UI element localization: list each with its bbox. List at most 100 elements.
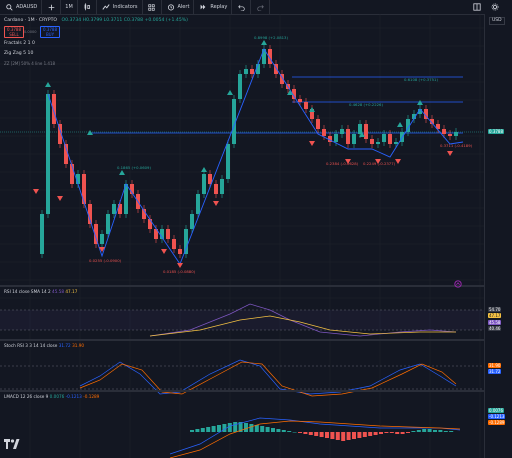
rsi-value: 45.58 xyxy=(52,289,65,294)
candle-body xyxy=(172,239,176,249)
fractal-up-marker xyxy=(119,170,125,175)
macd-histogram-bar xyxy=(341,432,346,441)
replay-button[interactable]: Replay xyxy=(194,0,233,14)
zz-extra-legend[interactable]: ZZ [2M] 50% 4 line 1.418 xyxy=(4,61,55,66)
candle-body xyxy=(226,144,230,179)
indicators-label: Indicators xyxy=(112,4,138,10)
rsi-legend[interactable]: RSI 14 close SMA 14 2 45.58 47.17 xyxy=(4,289,77,294)
ohlc-values: O0.3734 H0.3799 L0.3711 C0.3788 +0.0054 … xyxy=(61,18,188,23)
macd-histogram-bar xyxy=(373,432,378,435)
annotation-low: 0.0185 (-0.0880) xyxy=(163,269,196,274)
macd-histogram-bar xyxy=(249,424,254,432)
sell-button[interactable]: 0.3788 SELL xyxy=(4,26,24,38)
macd-histogram-bar xyxy=(449,431,454,432)
annotation-low: 0.2249 (-0.2377) xyxy=(363,161,396,166)
plus-icon xyxy=(46,2,56,12)
macd-histogram-bar xyxy=(395,432,400,434)
candle-body xyxy=(370,139,374,144)
candle-body xyxy=(454,132,458,136)
fractal-up-marker xyxy=(201,167,207,172)
sell-label: SELL xyxy=(9,32,19,37)
fractals-legend[interactable]: Fractals 2 1 0 xyxy=(4,41,35,46)
macd-histogram-bar xyxy=(319,432,324,437)
settings-button[interactable] xyxy=(490,0,500,14)
candle-body xyxy=(82,174,86,204)
undo-icon xyxy=(236,2,246,12)
buy-button[interactable]: 0.3788 BUY xyxy=(40,26,60,38)
annotation-low: 0.2384 (-0.0628) xyxy=(326,161,359,166)
macd-histogram-bar xyxy=(281,430,286,432)
gear-icon xyxy=(490,2,500,12)
templates-button[interactable] xyxy=(143,0,162,14)
candle-body xyxy=(250,69,254,74)
candle-body xyxy=(346,129,350,144)
undo-button[interactable] xyxy=(232,0,252,14)
annotation-high: 0.6108 (+0.3751) xyxy=(404,77,438,82)
chart-logo-icon[interactable] xyxy=(454,273,462,292)
macd-histogram-bar xyxy=(303,432,308,434)
alert-button[interactable]: Alert xyxy=(162,0,195,14)
rsi-ma-value: 47.17 xyxy=(65,289,78,294)
fractal-down-marker xyxy=(447,151,453,156)
candle-body xyxy=(214,184,218,194)
top-toolbar: ADAUSD 1M Indicators Alert Replay xyxy=(0,0,512,15)
indicators-button[interactable]: Indicators xyxy=(97,0,143,14)
candle-body xyxy=(106,214,110,234)
pane-divider[interactable] xyxy=(0,390,484,392)
fractal-down-marker xyxy=(33,189,39,194)
stoch-axis-k: 31.72 xyxy=(488,369,502,374)
macd-value-1: 0.0076 xyxy=(49,394,65,399)
macd-histogram-bar xyxy=(217,425,221,432)
spread-value: 0.0000 xyxy=(24,30,37,34)
macd-histogram-bar xyxy=(438,430,443,432)
chart-type-button[interactable] xyxy=(78,0,97,14)
macd-histogram-bar xyxy=(357,432,362,438)
macd-value-3: -0.1289 xyxy=(83,394,100,399)
add-symbol-button[interactable] xyxy=(42,0,62,14)
currency-label[interactable]: USD xyxy=(489,17,505,25)
macd-histogram-bar xyxy=(227,423,232,432)
pane-divider[interactable] xyxy=(0,339,484,341)
macd-plot xyxy=(169,417,461,458)
zigzag-lines xyxy=(47,48,464,265)
macd-histogram-bar xyxy=(233,422,238,432)
timeframe-label: 1M xyxy=(65,4,73,10)
macd-histogram-bar xyxy=(330,432,335,439)
macd-histogram-bar xyxy=(352,432,356,439)
zigzag-legend[interactable]: Zig Zag 5 10 xyxy=(4,51,33,56)
layout-button[interactable] xyxy=(472,0,482,14)
candle-body xyxy=(244,69,248,74)
tradingview-logo[interactable] xyxy=(4,434,20,453)
timeframe-button[interactable]: 1M xyxy=(61,0,78,14)
candle-body xyxy=(340,129,344,134)
alert-label: Alert xyxy=(177,4,190,10)
macd-histogram-bar xyxy=(200,428,205,432)
macd-histogram-bar xyxy=(254,425,259,432)
macd-legend[interactable]: LMACD 12 26 close 9 0.0076 -0.1213 -0.12… xyxy=(4,394,99,399)
price-axis[interactable] xyxy=(484,14,512,458)
candle-body xyxy=(442,129,446,134)
candle-body xyxy=(220,179,224,194)
macd-histogram-bar xyxy=(422,429,427,432)
macd-axis-2: -0.1213 xyxy=(488,414,506,419)
search-icon xyxy=(4,2,14,12)
candle-body xyxy=(376,142,380,144)
redo-button[interactable] xyxy=(251,0,271,14)
macd-histogram-bar xyxy=(411,431,416,432)
rsi-axis-low: 40.46 xyxy=(488,326,502,331)
macd-histogram-bar xyxy=(368,432,373,436)
macd-legend-title: LMACD 12 26 close 9 xyxy=(4,394,49,399)
fractal-up-marker xyxy=(261,40,267,45)
macd-axis-1: 0.0076 xyxy=(488,408,504,413)
candle-body xyxy=(100,234,104,244)
fractal-down-marker xyxy=(161,249,167,254)
pane-divider[interactable] xyxy=(0,285,484,287)
symbol-search[interactable]: ADAUSD xyxy=(0,0,43,14)
stoch-legend[interactable]: Stoch RSI 3 3 14 14 close 31.72 31.90 xyxy=(4,343,84,348)
candle-body xyxy=(238,74,242,99)
macd-histogram-bar xyxy=(308,432,313,435)
stoch-legend-title: Stoch RSI 3 3 14 14 close xyxy=(4,343,58,348)
fractal-up-marker xyxy=(417,100,423,105)
candle-body xyxy=(316,119,320,129)
symbol-legend: Cardano · 1M · CRYPTO O0.3734 H0.3799 L0… xyxy=(4,18,188,23)
